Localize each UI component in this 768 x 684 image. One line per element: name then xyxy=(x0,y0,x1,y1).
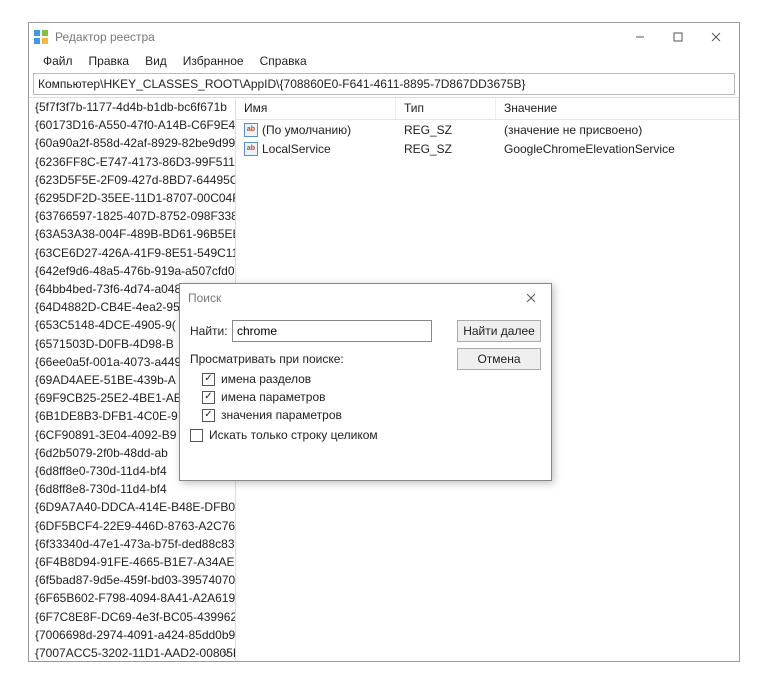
close-button[interactable] xyxy=(697,25,735,49)
header-type[interactable]: Тип xyxy=(396,98,496,119)
find-label: Найти: xyxy=(190,324,232,338)
value-type: REG_SZ xyxy=(396,122,496,138)
window-title: Редактор реестра xyxy=(55,30,621,44)
header-name[interactable]: Имя xyxy=(236,98,396,119)
menu-view[interactable]: Вид xyxy=(137,52,175,70)
tree-item[interactable]: {60173D16-A550-47f0-A14B-C6F9E4D xyxy=(29,116,235,134)
checkbox-whole-label: Искать только строку целиком xyxy=(209,428,378,442)
titlebar: Редактор реестра xyxy=(29,23,739,51)
window-controls xyxy=(621,25,735,49)
checkbox-params[interactable] xyxy=(202,391,215,404)
menu-help[interactable]: Справка xyxy=(252,52,315,70)
tree-item[interactable]: {642ef9d6-48a5-476b-919a-a507cfd0 xyxy=(29,262,235,280)
tree-item[interactable]: {6DF5BCF4-22E9-446D-8763-A2C767 xyxy=(29,517,235,535)
checkbox-keys[interactable] xyxy=(202,373,215,386)
tree-item[interactable]: {6F7C8E8F-DC69-4e3f-BC05-439962A xyxy=(29,608,235,626)
tree-item[interactable]: {5f7f3f7b-1177-4d4b-b1db-bc6f671b xyxy=(29,98,235,116)
tree-item[interactable]: {6d8ff8e8-730d-11d4-bf4 xyxy=(29,480,235,498)
checkbox-params-label: имена параметров xyxy=(221,390,326,404)
dialog-close-button[interactable] xyxy=(519,288,543,308)
find-dialog: Поиск Найти: Просматривать при поиске: и… xyxy=(179,283,552,481)
value-name: LocalService xyxy=(262,142,331,156)
menu-file[interactable]: Файл xyxy=(35,52,81,70)
tree-item[interactable]: {6F4B8D94-91FE-4665-B1E7-A34AE3F xyxy=(29,553,235,571)
maximize-button[interactable] xyxy=(659,25,697,49)
tree-item[interactable]: {7006698d-2974-4091-a424-85dd0b9 xyxy=(29,626,235,644)
tree-item[interactable]: {7007ACC5-3202-11D1-AAD2-00805F xyxy=(29,644,235,661)
cancel-button[interactable]: Отмена xyxy=(457,348,541,370)
tree-item[interactable]: {63A53A38-004F-489B-BD61-96B5EEF xyxy=(29,225,235,243)
menubar: Файл Правка Вид Избранное Справка xyxy=(29,51,739,71)
minimize-button[interactable] xyxy=(621,25,659,49)
string-value-icon: ab xyxy=(244,123,258,137)
checkbox-values[interactable] xyxy=(202,409,215,422)
tree-item[interactable]: {6295DF2D-35EE-11D1-8707-00C04FD xyxy=(29,189,235,207)
tree-item[interactable]: {60a90a2f-858d-42af-8929-82be9d99 xyxy=(29,134,235,152)
checkbox-whole[interactable] xyxy=(190,429,203,442)
value-name: (По умолчанию) xyxy=(262,123,351,137)
menu-favorites[interactable]: Избранное xyxy=(175,52,252,70)
list-row[interactable]: ab (По умолчанию) REG_SZ(значение не присв… xyxy=(236,120,739,139)
tree-item[interactable]: {623D5F5E-2F09-427d-8BD7-64495CD xyxy=(29,171,235,189)
value-data: (значение не присвоено) xyxy=(496,122,739,138)
tree-item[interactable]: {63766597-1825-407D-8752-098F3384 xyxy=(29,207,235,225)
dialog-body: Найти: Просматривать при поиске: имена р… xyxy=(180,312,551,480)
header-value[interactable]: Значение xyxy=(496,98,739,119)
addressbar-text: Компьютер\HKEY_CLASSES_ROOT\AppID\{70886… xyxy=(38,77,525,91)
find-input[interactable] xyxy=(232,320,432,342)
find-next-button[interactable]: Найти далее xyxy=(457,320,541,342)
tree-item[interactable]: {63CE6D27-426A-41F9-8E51-549C113 xyxy=(29,244,235,262)
tree-item[interactable]: {6f33340d-47e1-473a-b75f-ded88c83 xyxy=(29,535,235,553)
dialog-titlebar: Поиск xyxy=(180,284,551,312)
checkbox-values-label: значения параметров xyxy=(221,408,342,422)
app-icon xyxy=(33,29,49,45)
tree-item[interactable]: {6236FF8C-E747-4173-86D3-99F511B xyxy=(29,153,235,171)
value-type: REG_SZ xyxy=(396,141,496,157)
value-data: GoogleChromeElevationService xyxy=(496,141,739,157)
checkbox-keys-label: имена разделов xyxy=(221,372,311,386)
chevron-down-icon[interactable] xyxy=(221,647,233,659)
string-value-icon: ab xyxy=(244,142,258,156)
tree-item[interactable]: {6D9A7A40-DDCA-414E-B48E-DFB03 xyxy=(29,498,235,516)
menu-edit[interactable]: Правка xyxy=(81,52,138,70)
addressbar[interactable]: Компьютер\HKEY_CLASSES_ROOT\AppID\{70886… xyxy=(33,73,735,95)
list-row[interactable]: ab LocalService REG_SZGoogleChromeElevatio… xyxy=(236,139,739,158)
dialog-title: Поиск xyxy=(188,291,519,305)
tree-item[interactable]: {6F65B602-F798-4094-8A41-A2A6196 xyxy=(29,589,235,607)
tree-item[interactable]: {6f5bad87-9d5e-459f-bd03-39574070 xyxy=(29,571,235,589)
list-header: Имя Тип Значение xyxy=(236,98,739,120)
